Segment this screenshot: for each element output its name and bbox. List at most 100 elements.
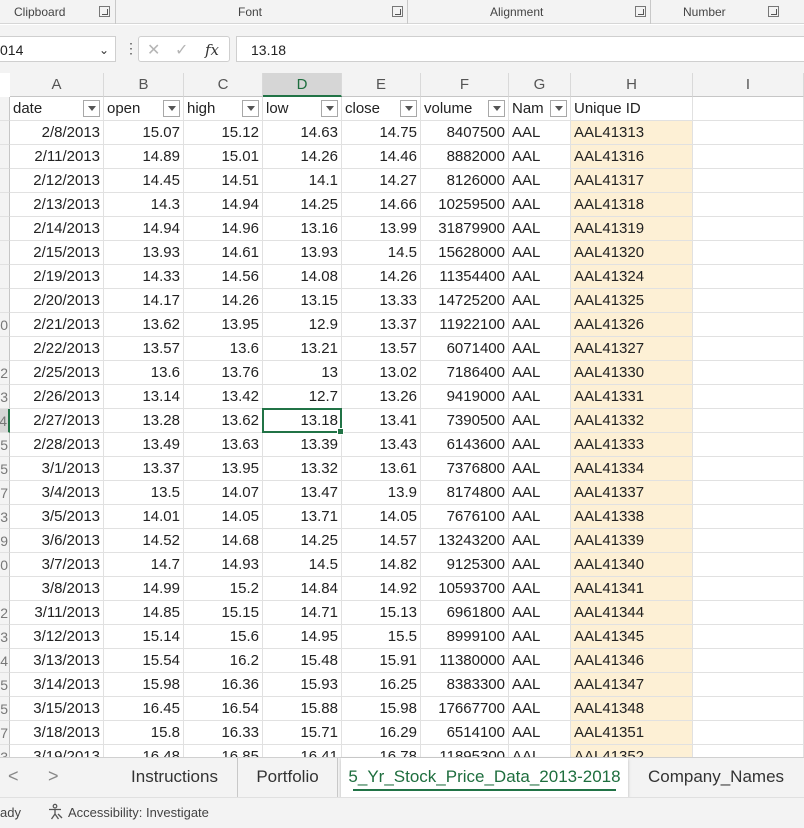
table-cell[interactable]: 15.14 — [104, 625, 184, 649]
empty-cell[interactable] — [693, 553, 804, 577]
table-cell[interactable]: 14.94 — [184, 193, 263, 217]
table-cell[interactable]: AAL41341 — [571, 577, 693, 601]
table-cell[interactable]: AAL — [509, 745, 571, 757]
table-cell[interactable]: 11895300 — [421, 745, 509, 757]
table-cell[interactable]: 13.41 — [342, 409, 421, 433]
row-number[interactable]: 3 — [0, 745, 10, 757]
table-cell[interactable]: AAL41331 — [571, 385, 693, 409]
table-cell[interactable]: 13 — [263, 361, 342, 385]
table-cell[interactable]: 3/8/2013 — [10, 577, 104, 601]
table-cell[interactable]: 14.63 — [263, 121, 342, 145]
empty-cell[interactable] — [693, 385, 804, 409]
row-number[interactable] — [0, 337, 10, 361]
table-cell[interactable]: 14.51 — [184, 169, 263, 193]
table-cell[interactable]: 2/11/2013 — [10, 145, 104, 169]
table-cell[interactable]: AAL — [509, 385, 571, 409]
table-cell[interactable]: AAL41317 — [571, 169, 693, 193]
table-cell[interactable]: 7376800 — [421, 457, 509, 481]
empty-cell[interactable] — [693, 121, 804, 145]
insert-function-icon[interactable]: fx — [205, 41, 219, 59]
table-cell[interactable]: 15628000 — [421, 241, 509, 265]
table-cell[interactable]: 16.54 — [184, 697, 263, 721]
table-cell[interactable]: 14.5 — [342, 241, 421, 265]
empty-cell[interactable] — [693, 697, 804, 721]
table-cell[interactable]: 6514100 — [421, 721, 509, 745]
table-cell[interactable]: 14.46 — [342, 145, 421, 169]
table-cell[interactable]: 13.5 — [104, 481, 184, 505]
table-cell[interactable]: 14.84 — [263, 577, 342, 601]
table-cell[interactable]: 15.13 — [342, 601, 421, 625]
table-cell[interactable]: AAL41332 — [571, 409, 693, 433]
tab-portfolio[interactable]: Portfolio — [238, 758, 338, 798]
table-cell[interactable]: 13.32 — [263, 457, 342, 481]
table-cell[interactable]: 14.26 — [263, 145, 342, 169]
table-cell[interactable]: 13.47 — [263, 481, 342, 505]
table-cell[interactable]: 3/18/2013 — [10, 721, 104, 745]
tab-instructions[interactable]: Instructions — [112, 758, 238, 798]
table-cell[interactable]: 14.33 — [104, 265, 184, 289]
row-number[interactable] — [0, 289, 10, 313]
filter-dropdown-icon[interactable] — [400, 100, 417, 117]
table-cell[interactable]: AAL — [509, 673, 571, 697]
table-cell[interactable]: 10259500 — [421, 193, 509, 217]
empty-cell[interactable] — [693, 577, 804, 601]
spreadsheet-grid[interactable]: ABCDEFGHI 0 2 3 4 5 5 7 3 9 0 2 3 4 5 5 7 3 date open high lo… — [0, 73, 804, 757]
empty-cell[interactable] — [693, 169, 804, 193]
table-cell[interactable]: AAL — [509, 577, 571, 601]
row-number[interactable]: 0 — [0, 553, 10, 577]
table-cell[interactable]: AAL — [509, 337, 571, 361]
table-cell[interactable]: 13.9 — [342, 481, 421, 505]
filter-dropdown-icon[interactable] — [163, 100, 180, 117]
dialog-launcher-icon[interactable] — [99, 6, 110, 17]
empty-cell[interactable] — [693, 529, 804, 553]
table-cell[interactable]: 2/15/2013 — [10, 241, 104, 265]
table-cell[interactable]: AAL41324 — [571, 265, 693, 289]
enter-check-icon[interactable]: ✓ — [175, 40, 188, 60]
table-cell[interactable]: AAL41319 — [571, 217, 693, 241]
column-header-f[interactable]: F — [421, 73, 509, 97]
row-number[interactable] — [0, 169, 10, 193]
dialog-launcher-icon[interactable] — [635, 6, 646, 17]
table-cell[interactable]: 13.49 — [104, 433, 184, 457]
header-cell-high[interactable]: high — [184, 97, 263, 121]
more-options-icon[interactable]: ⋮ — [124, 40, 138, 57]
table-cell[interactable]: 15.12 — [184, 121, 263, 145]
table-cell[interactable]: 2/14/2013 — [10, 217, 104, 241]
row-number[interactable]: 2 — [0, 361, 10, 385]
table-cell[interactable]: AAL — [509, 289, 571, 313]
row-number[interactable] — [0, 193, 10, 217]
filter-dropdown-icon[interactable] — [83, 100, 100, 117]
empty-cell[interactable] — [693, 145, 804, 169]
table-cell[interactable]: 15.98 — [342, 697, 421, 721]
table-cell[interactable]: AAL41348 — [571, 697, 693, 721]
header-cell-name[interactable]: Nam — [509, 97, 571, 121]
table-cell[interactable]: AAL — [509, 361, 571, 385]
row-number[interactable]: 5 — [0, 433, 10, 457]
table-cell[interactable]: 13.37 — [342, 313, 421, 337]
table-cell[interactable]: 7390500 — [421, 409, 509, 433]
column-header-c[interactable]: C — [184, 73, 263, 97]
table-cell[interactable]: AAL — [509, 241, 571, 265]
table-cell[interactable]: 16.45 — [104, 697, 184, 721]
table-cell[interactable]: 6071400 — [421, 337, 509, 361]
cancel-icon[interactable]: ✕ — [147, 40, 160, 60]
table-cell[interactable]: 13.6 — [104, 361, 184, 385]
row-number[interactable] — [0, 217, 10, 241]
table-cell[interactable]: 13.16 — [263, 217, 342, 241]
empty-cell[interactable] — [693, 265, 804, 289]
table-cell[interactable]: AAL41333 — [571, 433, 693, 457]
table-cell[interactable]: 17667700 — [421, 697, 509, 721]
table-cell[interactable]: 8174800 — [421, 481, 509, 505]
table-cell[interactable]: AAL41334 — [571, 457, 693, 481]
row-number[interactable] — [0, 265, 10, 289]
table-cell[interactable]: 14.26 — [342, 265, 421, 289]
row-number[interactable]: 0 — [0, 313, 10, 337]
filter-dropdown-icon[interactable] — [488, 100, 505, 117]
table-cell[interactable]: 13.95 — [184, 313, 263, 337]
header-cell-volume[interactable]: volume — [421, 97, 509, 121]
table-cell[interactable]: AAL — [509, 553, 571, 577]
table-cell[interactable]: 8407500 — [421, 121, 509, 145]
table-cell[interactable]: AAL — [509, 121, 571, 145]
row-number[interactable]: 2 — [0, 601, 10, 625]
table-cell[interactable]: AAL — [509, 505, 571, 529]
